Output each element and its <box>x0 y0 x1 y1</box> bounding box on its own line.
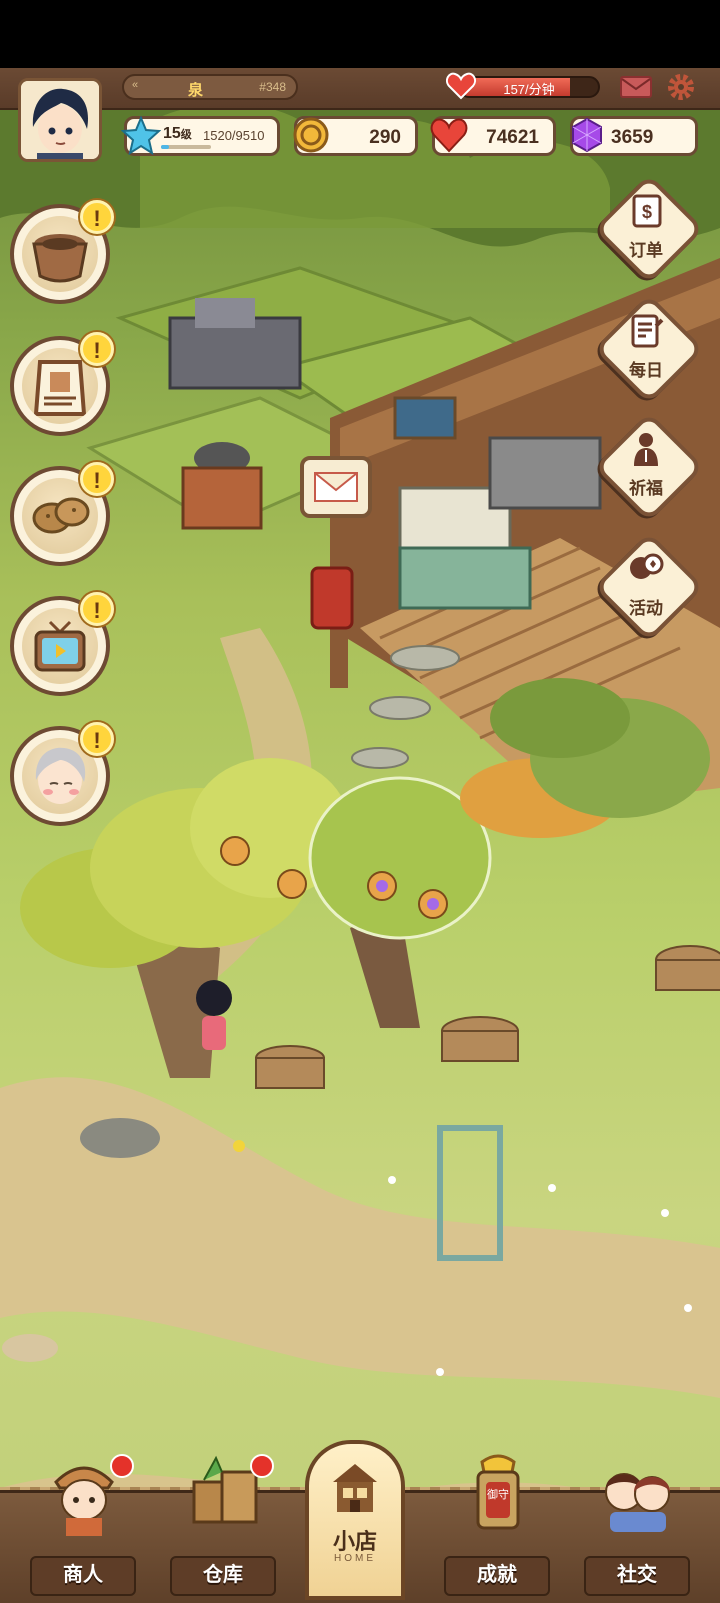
notification-dot <box>250 1454 274 1478</box>
heart-icon <box>430 118 468 153</box>
shop-house-icon <box>333 1464 377 1512</box>
nav-achievements-label: 成就 <box>444 1556 550 1596</box>
top-bar <box>0 68 720 110</box>
xp-bar <box>161 145 211 149</box>
star-level-icon <box>121 115 161 155</box>
nav-merchant-label: 商人 <box>30 1556 136 1596</box>
xp-bar-fill <box>161 145 169 149</box>
gem-value: 3659 <box>611 127 654 148</box>
orders-label: 订单 <box>629 241 663 260</box>
level-number: 15 <box>163 125 181 142</box>
coin-icon <box>293 117 329 153</box>
event-balloon-icon <box>630 553 664 579</box>
player-name-plate[interactable]: « 泉 #348 <box>122 74 298 100</box>
notification-dot <box>110 1454 134 1478</box>
nav-achievements[interactable]: 御守 成就 <box>432 1436 562 1600</box>
level-value: 15级 <box>163 125 192 143</box>
pray-button[interactable]: 祈福 <box>593 411 705 523</box>
quest-button-pot[interactable]: ! <box>10 200 114 304</box>
quest-button-potato[interactable]: ! <box>10 462 114 566</box>
quest-button-shop-sign[interactable]: ! <box>10 332 114 436</box>
gem-counter[interactable]: 3659 <box>570 116 698 156</box>
player-id: #348 <box>259 80 286 94</box>
pray-icon <box>634 433 658 466</box>
alert-badge: ! <box>80 200 114 234</box>
events-button[interactable]: 活动 <box>593 531 705 643</box>
svg-text:$: $ <box>642 202 652 222</box>
social-friends-icon <box>605 1473 670 1532</box>
heart-rate-icon <box>446 72 476 100</box>
alert-badge: ! <box>80 332 114 366</box>
nav-social[interactable]: 社交 <box>572 1436 702 1600</box>
nav-warehouse-label: 仓库 <box>170 1556 276 1596</box>
daily-note-icon <box>631 314 664 348</box>
player-name: 泉 <box>188 82 204 99</box>
coin-value: 290 <box>369 127 401 148</box>
level-counter[interactable]: 15级 1520/9510 <box>121 115 280 156</box>
mail-icon[interactable] <box>620 76 652 98</box>
coin-counter[interactable]: 290 <box>293 116 418 156</box>
gear-icon[interactable] <box>666 72 696 102</box>
omamori-badge-text: 御守 <box>487 1487 509 1501</box>
xp-text: 1520/9510 <box>203 128 265 143</box>
orders-button[interactable]: $ 订单 <box>593 173 705 285</box>
production-rate-text: 157/分钟 <box>503 82 555 97</box>
arrow-left-icon: « <box>132 79 139 91</box>
achievements-icon: 御守 <box>476 1454 520 1530</box>
heart-counter[interactable]: 74621 <box>430 116 556 156</box>
daily-button[interactable]: 每日 <box>593 293 705 405</box>
player-avatar-portrait-icon <box>21 81 99 159</box>
alert-badge: ! <box>80 592 114 626</box>
daily-label: 每日 <box>629 361 663 380</box>
heart-value: 74621 <box>486 127 539 148</box>
alert-badge: ! <box>80 462 114 496</box>
gem-icon <box>572 117 602 153</box>
pray-label: 祈福 <box>629 479 663 498</box>
production-rate-bar: 157/分钟 <box>458 76 600 98</box>
nav-home[interactable]: 小店 HOME <box>305 1440 405 1600</box>
quest-button-npc[interactable]: ! <box>10 722 114 826</box>
quest-button-tv[interactable]: ! <box>10 592 114 696</box>
player-avatar[interactable] <box>18 78 102 162</box>
alert-badge: ! <box>80 722 114 756</box>
nav-home-sublabel: HOME <box>334 1553 376 1564</box>
level-unit: 级 <box>180 129 192 141</box>
nav-social-label: 社交 <box>584 1556 690 1596</box>
nav-home-label: 小店 <box>332 1529 377 1554</box>
events-label: 活动 <box>629 599 663 618</box>
order-book-icon: $ <box>632 194 662 228</box>
nav-merchant[interactable]: 商人 <box>18 1436 148 1600</box>
nav-warehouse[interactable]: 仓库 <box>158 1436 288 1600</box>
